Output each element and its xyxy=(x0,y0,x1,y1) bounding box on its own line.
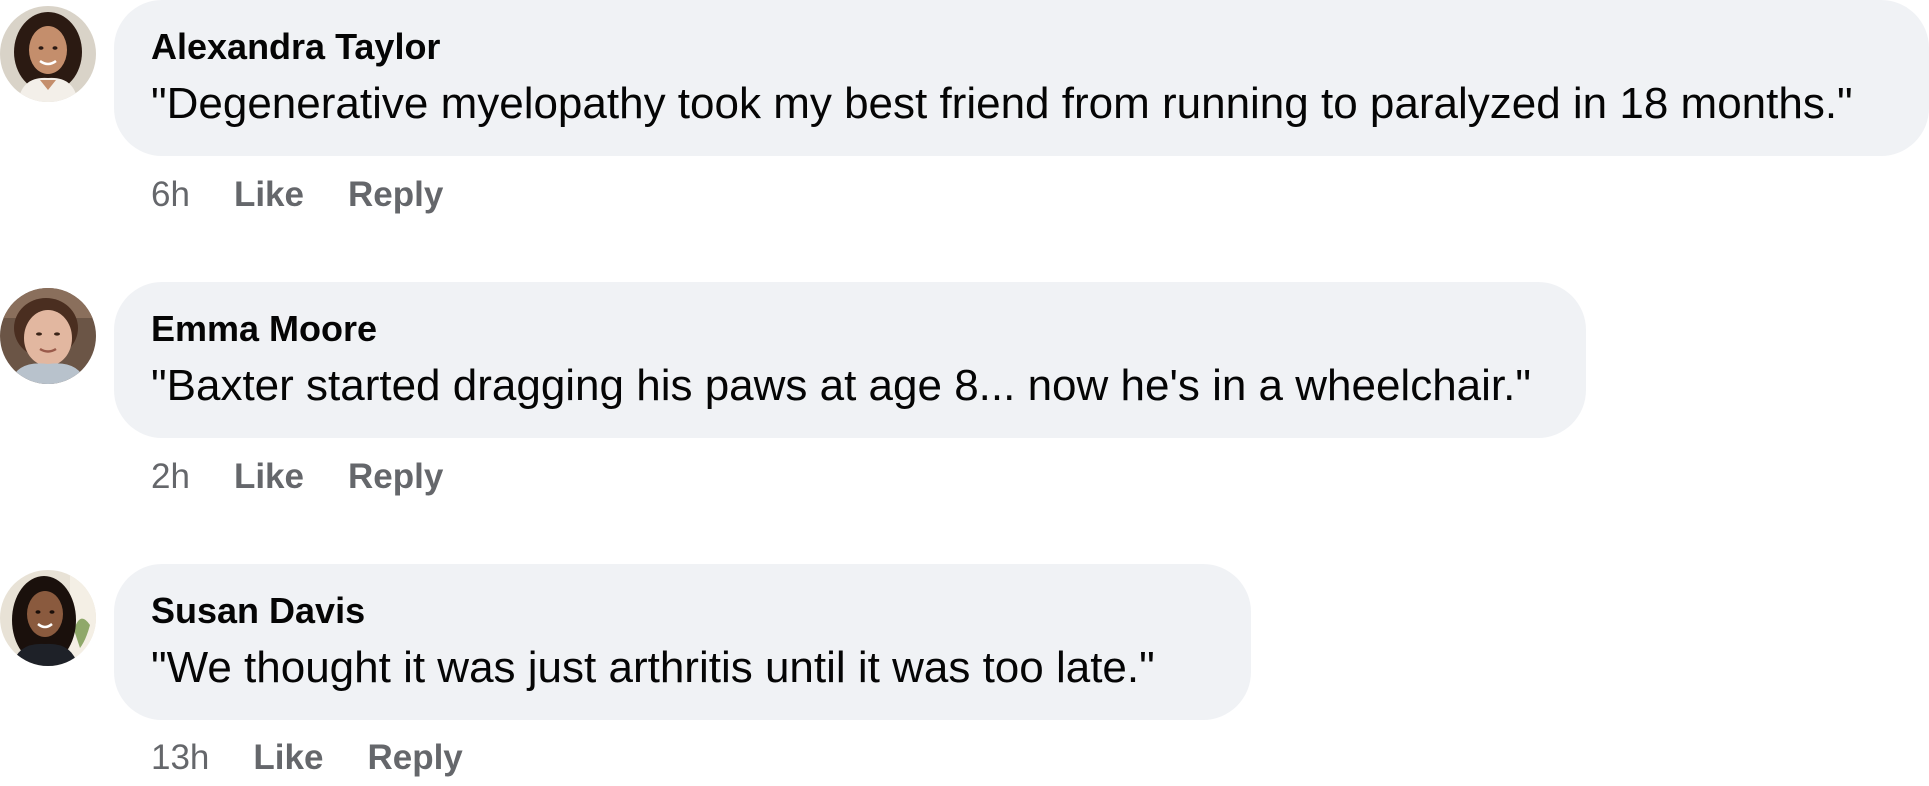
avatar[interactable] xyxy=(0,570,96,666)
comment-actions: 2h Like Reply xyxy=(151,455,443,499)
comment-text: "Degenerative myelopathy took my best fr… xyxy=(151,79,1853,128)
avatar[interactable] xyxy=(0,6,96,102)
comment-timestamp[interactable]: 13h xyxy=(151,736,209,780)
avatar-photo xyxy=(0,570,96,666)
comment-text: "Baxter started dragging his paws at age… xyxy=(151,361,1531,410)
comment-text: "We thought it was just arthritis until … xyxy=(151,643,1155,692)
reply-button[interactable]: Reply xyxy=(348,173,443,217)
comment-author[interactable]: Susan Davis xyxy=(151,590,1251,632)
reply-button[interactable]: Reply xyxy=(367,736,462,780)
avatar-photo xyxy=(0,6,96,102)
comment-author[interactable]: Alexandra Taylor xyxy=(151,26,1929,68)
reply-button[interactable]: Reply xyxy=(348,455,443,499)
like-button[interactable]: Like xyxy=(253,736,323,780)
comment-actions: 6h Like Reply xyxy=(151,173,443,217)
comment-bubble: Alexandra Taylor "Degenerative myelopath… xyxy=(114,0,1929,156)
avatar-photo xyxy=(0,288,96,384)
comment-author[interactable]: Emma Moore xyxy=(151,308,1586,350)
like-button[interactable]: Like xyxy=(234,173,304,217)
comment-bubble: Susan Davis "We thought it was just arth… xyxy=(114,564,1251,720)
comment-actions: 13h Like Reply xyxy=(151,736,463,780)
comment-bubble: Emma Moore "Baxter started dragging his … xyxy=(114,282,1586,438)
like-button[interactable]: Like xyxy=(234,455,304,499)
comment-timestamp[interactable]: 6h xyxy=(151,173,190,217)
comment-timestamp[interactable]: 2h xyxy=(151,455,190,499)
avatar[interactable] xyxy=(0,288,96,384)
